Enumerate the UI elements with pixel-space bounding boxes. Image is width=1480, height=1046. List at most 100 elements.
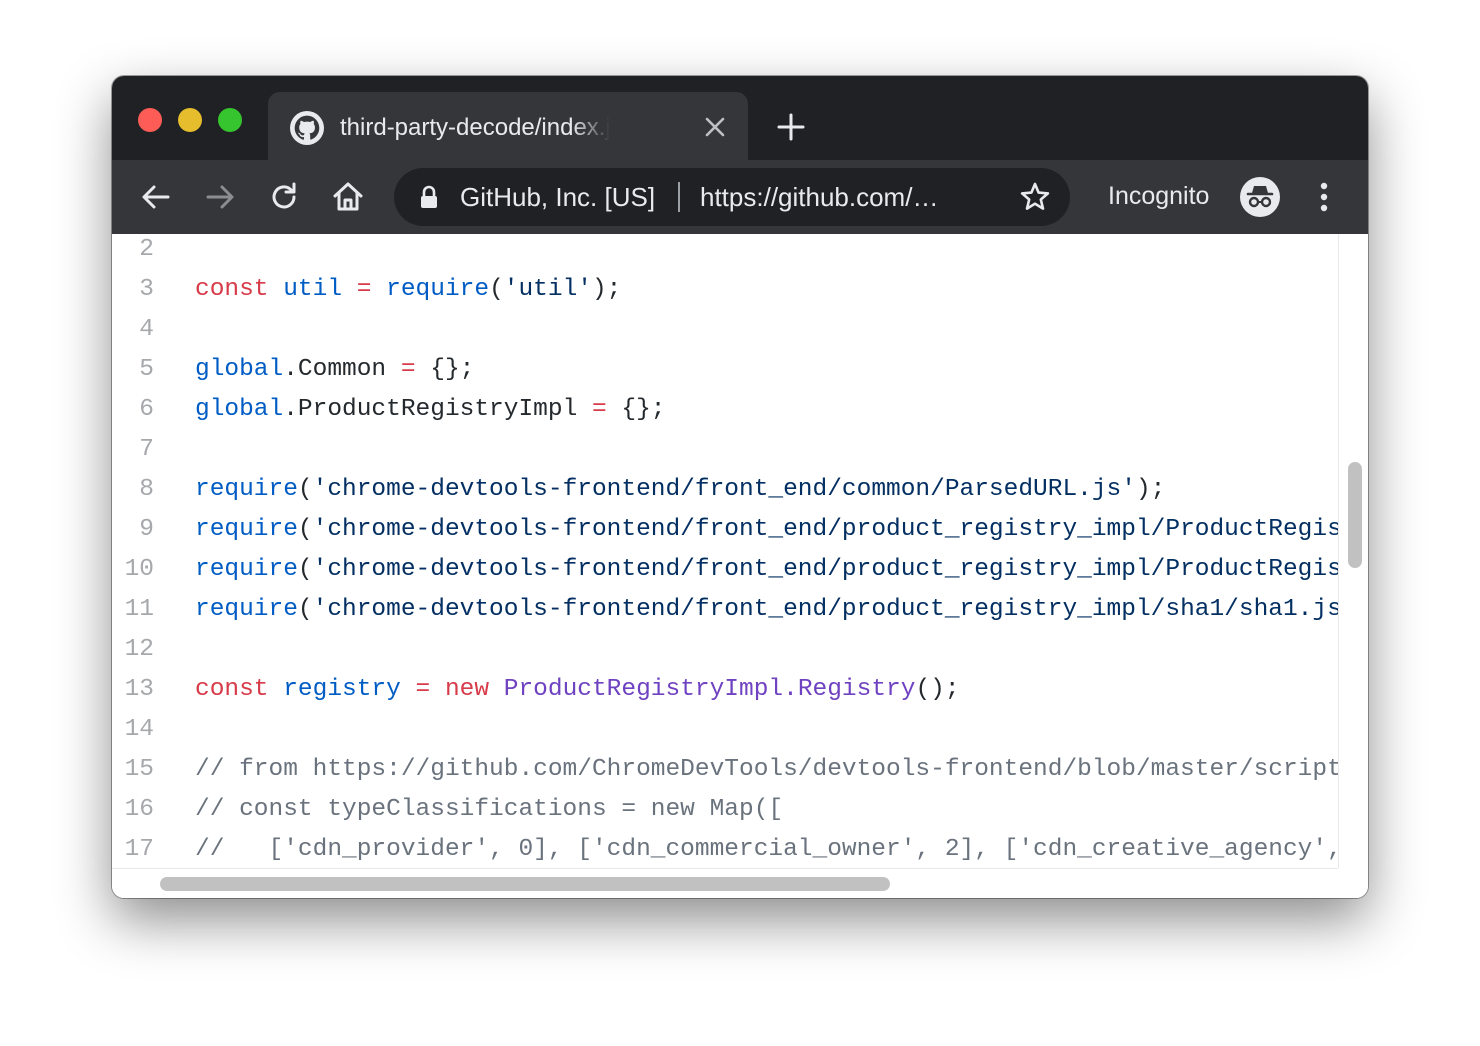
code-token: 'util' (503, 276, 592, 303)
code-token: = (591, 396, 607, 423)
line-number[interactable]: 13 (112, 670, 154, 710)
forward-arrow-icon[interactable] (203, 180, 237, 214)
address-bar[interactable]: GitHub, Inc. [US] https://github.com/… (394, 168, 1070, 226)
code-token: ( (297, 556, 313, 583)
horizontal-scrollbar[interactable] (112, 868, 1338, 898)
code-line: 9 require('chrome-devtools-frontend/front… (112, 510, 1338, 550)
code-token: ( (297, 476, 313, 503)
line-number[interactable]: 3 (112, 270, 154, 310)
window-close-button[interactable] (138, 108, 162, 132)
tab-title: third-party-decode/index.js at master (340, 114, 610, 141)
line-number[interactable]: 11 (112, 590, 154, 630)
code-line: 12 (112, 630, 1338, 670)
code-text: require('chrome-devtools-frontend/front_… (195, 550, 1338, 590)
back-arrow-icon[interactable] (139, 180, 173, 214)
code-token: require (195, 476, 298, 503)
code-line: 15 // from https://github.com/ChromeDevTo… (112, 750, 1338, 790)
line-number[interactable]: 16 (112, 790, 154, 830)
code-line: 10 require('chrome-devtools-frontend/fron… (112, 550, 1338, 590)
plus-icon[interactable] (774, 110, 808, 144)
toolbar: GitHub, Inc. [US] https://github.com/… I… (112, 160, 1368, 234)
code-text: require('chrome-devtools-frontend/front_… (195, 510, 1338, 550)
code-token: .ProductRegistryImpl (283, 396, 592, 423)
line-number[interactable]: 17 (112, 830, 154, 870)
more-vert-icon[interactable] (1312, 180, 1336, 214)
code-text: // const typeClassifications = new Map([ (195, 790, 783, 830)
code-token: require (195, 596, 298, 623)
tab-active[interactable]: third-party-decode/index.js at master (268, 92, 748, 160)
code-token: global (195, 356, 284, 383)
line-number[interactable]: 7 (112, 430, 154, 470)
code-token: global (195, 396, 284, 423)
code-line: 7 (112, 430, 1338, 470)
line-number[interactable]: 15 (112, 750, 154, 790)
code-line: 6 global.ProductRegistryImpl = {}; (112, 390, 1338, 430)
code-token: util (283, 276, 343, 303)
code-token: ( (297, 516, 313, 543)
code-token: 'chrome-devtools-frontend/front_end/prod… (312, 556, 1338, 583)
code-token: {}; (606, 396, 666, 423)
code-line: 3 const util = require('util'); (112, 270, 1338, 310)
window-minimize-button[interactable] (178, 108, 202, 132)
incognito-icon[interactable] (1240, 177, 1280, 217)
site-identity[interactable]: GitHub, Inc. [US] (460, 181, 666, 213)
line-number[interactable]: 6 (112, 390, 154, 430)
code-line: 5 global.Common = {}; (112, 350, 1338, 390)
code-text: require('chrome-devtools-frontend/front_… (195, 590, 1338, 630)
line-number[interactable]: 12 (112, 630, 154, 670)
code-text: const registry = new ProductRegistryImpl… (195, 670, 960, 710)
line-number[interactable]: 2 (112, 234, 154, 270)
code-token: = (400, 356, 416, 383)
code-line: 4 (112, 310, 1338, 350)
vertical-scrollbar[interactable] (1338, 234, 1368, 898)
code-text: global.Common = {}; (195, 350, 474, 390)
code-token: // from https://github.com/ChromeDevTool… (195, 756, 1338, 783)
code-token: require (386, 276, 490, 303)
github-icon (290, 111, 324, 145)
lock-icon[interactable] (418, 185, 440, 209)
page-content: 2 3 const util = require('util'); 4 5 global.… (112, 234, 1368, 898)
code-text: const util = require('util'); (195, 270, 621, 310)
vertical-scroll-thumb[interactable] (1348, 462, 1362, 568)
line-number[interactable]: 8 (112, 470, 154, 510)
code-token: const (195, 276, 269, 303)
line-number[interactable]: 5 (112, 350, 154, 390)
window-zoom-button[interactable] (218, 108, 242, 132)
code-token: require (195, 516, 298, 543)
home-icon[interactable] (331, 180, 365, 214)
code-token: = (356, 276, 372, 303)
reload-icon[interactable] (267, 180, 301, 214)
code-text: require('chrome-devtools-frontend/front_… (195, 470, 1165, 510)
tab-strip: third-party-decode/index.js at master (112, 76, 1368, 160)
code-text: // ['cdn_provider', 0], ['cdn_commercial… (195, 830, 1338, 870)
code-token: ProductRegistryImpl.Registry (503, 676, 916, 703)
code-token: {}; (415, 356, 475, 383)
code-line: 8 require('chrome-devtools-frontend/front… (112, 470, 1338, 510)
url-text[interactable]: https://github.com/… (700, 181, 980, 213)
code-line: 13 const registry = new ProductRegistryIm… (112, 670, 1338, 710)
code-token: // const typeClassifications = new Map([ (195, 796, 784, 823)
code-line: 14 (112, 710, 1338, 750)
code-token: ( (489, 276, 504, 303)
code-token: 'chrome-devtools-frontend/front_end/comm… (312, 476, 1136, 503)
code-token: ); (1135, 476, 1166, 503)
code-token: registry (283, 676, 401, 703)
address-separator (678, 182, 680, 212)
code-line: 11 require('chrome-devtools-frontend/fron… (112, 590, 1338, 630)
code-token: = (415, 676, 431, 703)
close-icon[interactable] (704, 116, 726, 138)
line-number[interactable]: 9 (112, 510, 154, 550)
incognito-label[interactable]: Incognito (1108, 180, 1209, 212)
line-number[interactable]: 10 (112, 550, 154, 590)
code-token: (); (915, 676, 960, 703)
line-number[interactable]: 14 (112, 710, 154, 750)
line-number[interactable]: 4 (112, 310, 154, 350)
horizontal-scroll-thumb[interactable] (160, 877, 890, 891)
star-icon[interactable] (1018, 180, 1052, 214)
code-line: 17 // ['cdn_provider', 0], ['cdn_commerci… (112, 830, 1338, 870)
